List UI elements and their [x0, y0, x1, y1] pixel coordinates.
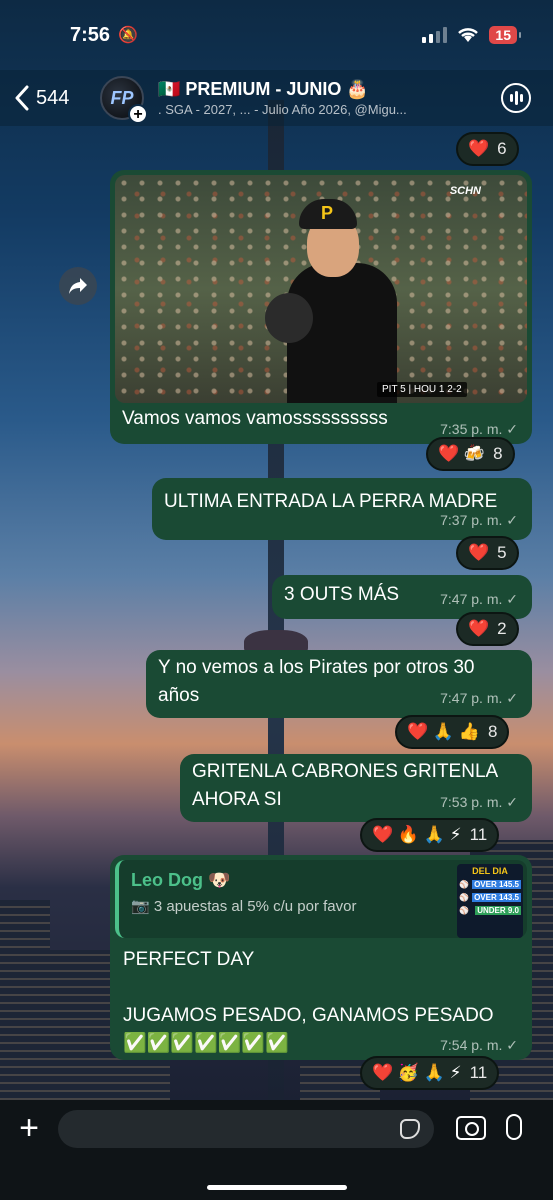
reaction-pill[interactable]: ❤️ 🔥 🙏 ⚡ 11 — [360, 818, 500, 852]
player-glove — [265, 293, 313, 343]
building — [40, 950, 110, 1100]
quoted-message[interactable]: Leo Dog 🐶 📷 3 apuestas al 5% c/u por fav… — [115, 860, 527, 938]
message-timestamp: 7:54 p. m. ✓ — [440, 1037, 518, 1053]
voice-chat-button[interactable] — [501, 83, 531, 113]
group-avatar[interactable]: FP + — [100, 76, 148, 124]
reaction-emojis: ❤️ 🙏 👍 — [407, 722, 480, 741]
message-bubble[interactable]: ULTIMA ENTRADA LA PERRA MADRE 7:37 p. m.… — [152, 478, 532, 540]
reaction-pill[interactable]: ❤️ 5 — [456, 536, 519, 570]
reaction-emojis: ❤️ 🥳 🙏 ⚡ — [372, 1063, 462, 1082]
thumb-tag: OVER 145.5 — [472, 880, 521, 889]
reaction-count: 11 — [469, 825, 488, 844]
unread-count: 544 — [36, 86, 70, 109]
add-icon: + — [128, 104, 148, 124]
thumb-tag: UNDER 9.0 — [475, 906, 521, 915]
chat-title-block[interactable]: 🇲🇽 PREMIUM - JUNIO 🎂 . SGA - 2027, ... -… — [158, 79, 458, 117]
battery-indicator: 15 — [489, 26, 521, 44]
home-indicator — [206, 1185, 347, 1190]
thumb-tag: OVER 143.5 — [472, 893, 521, 902]
reaction-pill[interactable]: ❤️ 🍻 8 — [426, 437, 515, 471]
attach-plus-button[interactable]: + — [0, 1110, 58, 1146]
photo-message-bubble[interactable]: P SCHN PIT 5 | HOU 1 2-2 Vamos vamos vam… — [110, 170, 532, 444]
message-timestamp: 7:47 p. m. ✓ — [440, 690, 518, 706]
message-text: Y no vemos a los Pirates por otros 30 añ… — [158, 657, 475, 706]
forward-button[interactable] — [59, 267, 97, 305]
reaction-count: 5 — [497, 543, 507, 562]
baseball-photo[interactable]: P SCHN PIT 5 | HOU 1 2-2 — [115, 175, 527, 403]
message-text: PERFECT DAY — [123, 949, 255, 970]
message-timestamp: 7:47 p. m. ✓ — [440, 591, 518, 607]
message-bubble[interactable]: GRITENLA CABRONES GRITENLA AHORA SI 7:53… — [180, 754, 532, 822]
reaction-count: 8 — [493, 444, 503, 463]
reaction-emojis: ❤️ 🍻 — [438, 444, 486, 463]
forward-arrow-icon — [69, 278, 87, 294]
camera-icon[interactable] — [456, 1116, 486, 1140]
status-time: 7:56 — [70, 23, 111, 46]
reaction-pill[interactable]: ❤️ 🥳 🙏 ⚡ 11 — [360, 1056, 500, 1090]
reaction-pill[interactable]: ❤️ 🙏 👍 8 — [395, 715, 510, 749]
chat-subtitle: . SGA - 2027, ... - Julio Año 2026, @Mig… — [158, 102, 407, 117]
quoted-thumbnail: DEL DIA ⚾ OVER 145.5 ⚾ OVER 143.5 ⚾ UNDER 9… — [457, 864, 523, 938]
reaction-emojis: ❤️ 🔥 🙏 ⚡ — [372, 825, 462, 844]
thumb-title: DEL DIA — [472, 866, 508, 876]
composer-bar: + — [0, 1100, 553, 1200]
chat-title: 🇲🇽 PREMIUM - JUNIO 🎂 — [158, 79, 369, 99]
message-bubble[interactable]: Y no vemos a los Pirates por otros 30 añ… — [146, 650, 532, 718]
cap-logo: P — [321, 203, 334, 223]
reaction-count: 2 — [497, 619, 507, 638]
mute-bell-icon: 🔕 — [118, 27, 138, 44]
reaction-count: 6 — [497, 139, 507, 158]
microphone-icon[interactable] — [506, 1114, 522, 1140]
cellular-signal-icon — [422, 27, 448, 43]
reaction-emojis: ❤️ — [468, 619, 490, 638]
reaction-emojis: ❤️ — [468, 139, 490, 158]
photo-caption: Vamos vamos vamossssssssss — [122, 408, 388, 429]
reaction-count: 11 — [469, 1063, 488, 1082]
status-bar: 7:56 🔕 15 — [0, 0, 553, 70]
message-input[interactable] — [58, 1110, 434, 1148]
avatar-logo-text: FP — [110, 87, 134, 108]
reaction-pill[interactable]: ❤️ 2 — [456, 612, 519, 646]
chevron-left-icon — [15, 85, 29, 111]
message-timestamp: 7:53 p. m. ✓ — [440, 794, 518, 810]
building — [0, 900, 50, 1100]
wifi-icon — [458, 28, 479, 42]
reaction-pill[interactable]: ❤️ 6 — [456, 132, 519, 166]
sticker-icon[interactable] — [400, 1119, 420, 1139]
reaction-count: 8 — [487, 722, 498, 741]
scorebug: PIT 5 | HOU 1 2-2 — [377, 382, 467, 397]
reaction-emojis: ❤️ — [468, 543, 490, 562]
message-timestamp: 7:35 p. m. ✓ — [440, 421, 518, 437]
reply-message-bubble[interactable]: Leo Dog 🐶 📷 3 apuestas al 5% c/u por fav… — [110, 855, 532, 1060]
message-text: JUGAMOS PESADO, GANAMOS PESADO — [123, 1005, 494, 1026]
chat-header: 544 FP + 🇲🇽 PREMIUM - JUNIO 🎂 . SGA - 20… — [0, 70, 553, 126]
back-button[interactable]: 544 — [0, 85, 100, 111]
message-timestamp: 7:37 p. m. ✓ — [440, 512, 518, 528]
message-text: 3 OUTS MÁS — [284, 584, 400, 605]
network-logo: SCHN — [449, 185, 481, 197]
